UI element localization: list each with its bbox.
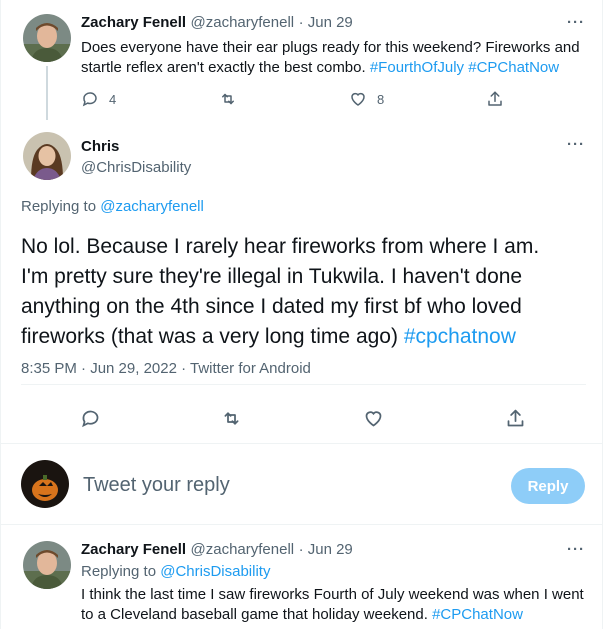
avatar-chris[interactable]: [23, 132, 71, 180]
like-action[interactable]: 8: [349, 90, 384, 108]
like-action[interactable]: [363, 408, 384, 429]
like-count: 8: [377, 91, 385, 107]
avatar-zachary[interactable]: [23, 541, 71, 589]
author-name[interactable]: Zachary Fenell: [81, 541, 186, 558]
share-action[interactable]: [505, 408, 526, 429]
tweet-text: I think the last time I saw fireworks Fo…: [81, 585, 596, 625]
tweet-text-line: I think the last time I saw fireworks Fo…: [81, 586, 584, 603]
share-action[interactable]: [486, 90, 504, 108]
reply-action[interactable]: [80, 408, 101, 429]
reply-button[interactable]: Reply: [511, 468, 585, 504]
hashtag-link[interactable]: #CPChatNow: [468, 59, 559, 76]
retweet-action[interactable]: [221, 408, 242, 429]
focused-tweet: Chris @ChrisDisability ··· Replying to @…: [1, 122, 603, 440]
tweet-time[interactable]: · Jun 29: [299, 14, 353, 31]
heart-icon: [351, 92, 365, 106]
share-icon: [507, 409, 524, 427]
replying-to-handle[interactable]: @ChrisDisability: [160, 563, 270, 580]
reply-input[interactable]: Tweet your reply: [83, 474, 230, 497]
retweet-action[interactable]: [219, 90, 237, 108]
author-handle[interactable]: @zacharyfenell: [191, 541, 295, 558]
more-options-icon[interactable]: ···: [567, 541, 585, 558]
reply-icon: [82, 410, 99, 428]
replying-to: Replying to @ChrisDisability: [81, 563, 270, 580]
tweet-text: Does everyone have their ear plugs ready…: [81, 38, 591, 78]
tweet-text-line: No lol. Because I rarely hear fireworks …: [21, 235, 540, 258]
tweet-text-line: anything on the 4th since I dated my fir…: [21, 295, 522, 318]
divider: [21, 384, 586, 385]
tweet-text: No lol. Because I rarely hear fireworks …: [21, 232, 596, 352]
reply-icon: [82, 92, 97, 107]
tweet-text-line: startle reflex aren't exactly the best c…: [81, 59, 370, 76]
tweet-time[interactable]: · Jun 29: [299, 541, 353, 558]
reply-action[interactable]: 4: [81, 90, 116, 108]
thread-connector: [46, 66, 48, 120]
current-user-avatar[interactable]: [21, 460, 69, 508]
tweet-text-line: I'm pretty sure they're illegal in Tukwi…: [21, 265, 523, 288]
share-icon: [488, 91, 502, 106]
reply-count: 4: [109, 91, 117, 107]
replying-label: Replying to: [21, 198, 101, 215]
avatar-zachary[interactable]: [23, 14, 71, 62]
hashtag-link[interactable]: #cpchatnow: [404, 325, 516, 348]
hashtag-link[interactable]: #FourthOfJuly: [370, 59, 464, 76]
heart-icon: [365, 411, 382, 427]
author-name[interactable]: Chris: [81, 138, 191, 155]
author-handle[interactable]: @zacharyfenell: [191, 14, 295, 31]
tweet-text-line: fireworks (that was a very long time ago…: [21, 325, 404, 348]
conversation-pane: Zachary Fenell @zacharyfenell · Jun 29 ·…: [0, 0, 603, 629]
tweet-text-line: to a Cleveland baseball game that holida…: [81, 606, 433, 623]
author-name[interactable]: Zachary Fenell: [81, 14, 186, 31]
replying-to: Replying to @zacharyfenell: [21, 198, 204, 215]
reply-tweet[interactable]: Zachary Fenell @zacharyfenell · Jun 29 ·…: [1, 525, 603, 629]
retweet-icon: [222, 93, 234, 105]
more-options-icon[interactable]: ···: [567, 14, 585, 31]
tweet-timestamp[interactable]: 8:35 PM · Jun 29, 2022 · Twitter for And…: [21, 360, 311, 377]
more-options-icon[interactable]: ···: [567, 136, 585, 153]
replying-to-handle[interactable]: @zacharyfenell: [100, 198, 204, 215]
author-handle[interactable]: @ChrisDisability: [81, 159, 191, 176]
parent-tweet[interactable]: Zachary Fenell @zacharyfenell · Jun 29 ·…: [1, 0, 603, 120]
tweet-text-line: Does everyone have their ear plugs ready…: [81, 39, 580, 56]
retweet-icon: [224, 412, 239, 425]
hashtag-link[interactable]: #CPChatNow: [432, 606, 523, 623]
reply-composer: Tweet your reply Reply: [1, 444, 603, 524]
replying-label: Replying to: [81, 563, 161, 580]
